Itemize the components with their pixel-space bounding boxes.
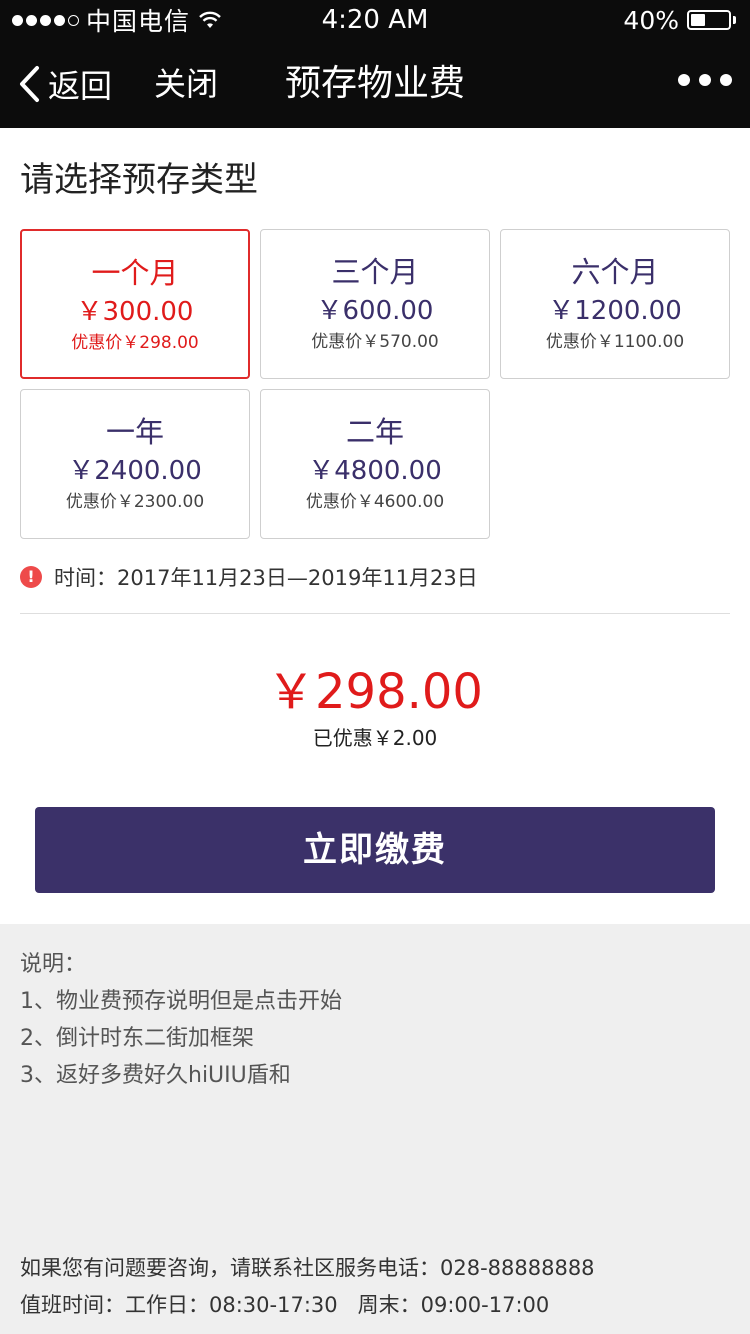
prepay-option-one-year[interactable]: 一年 ￥2400.00 优惠价￥2300.00 — [20, 389, 250, 539]
pay-now-button[interactable]: 立即缴费 — [35, 807, 715, 893]
alert-icon: ! — [20, 566, 42, 588]
prepay-option-six-months[interactable]: 六个月 ￥1200.00 优惠价￥1100.00 — [500, 229, 730, 379]
notes-heading: 说明： — [20, 952, 87, 977]
option-name: 三个月 — [331, 255, 419, 289]
note-item: 2、倒计时东二街加框架 — [20, 1026, 254, 1051]
main-content: 请选择预存类型 一个月 ￥300.00 优惠价￥298.00 三个月 ￥600.… — [0, 128, 750, 924]
time-notice-text: 时间：2017年11月23日—2019年11月23日 — [54, 566, 478, 590]
page-title: 预存物业费 — [284, 63, 465, 104]
option-name: 一个月 — [91, 256, 179, 290]
ellipsis-icon — [720, 74, 732, 86]
option-discount-price: 优惠价￥4600.00 — [305, 492, 445, 512]
option-discount-price: 优惠价￥570.00 — [311, 332, 439, 352]
saved-amount: 已优惠￥2.00 — [312, 726, 438, 750]
time-notice: ! 时间：2017年11月23日—2019年11月23日 — [20, 562, 478, 592]
total-amount: ￥298.00 — [267, 664, 483, 720]
option-price: ￥300.00 — [76, 297, 194, 327]
battery-percent: 40% — [623, 5, 679, 35]
option-discount-price: 优惠价￥1100.00 — [545, 332, 685, 352]
prepay-option-three-months[interactable]: 三个月 ￥600.00 优惠价￥570.00 — [260, 229, 490, 379]
option-discount-price: 优惠价￥2300.00 — [65, 492, 205, 512]
prepay-option-two-years[interactable]: 二年 ￥4800.00 优惠价￥4600.00 — [260, 389, 490, 539]
ellipsis-icon — [699, 74, 711, 86]
option-name: 六个月 — [571, 255, 659, 289]
option-price: ￥1200.00 — [548, 296, 682, 326]
more-button[interactable] — [678, 74, 732, 86]
battery-status: 40% — [623, 4, 736, 36]
prepay-option-one-month[interactable]: 一个月 ￥300.00 优惠价￥298.00 — [20, 229, 250, 379]
battery-icon — [687, 10, 731, 30]
divider — [20, 613, 730, 614]
contact-info: 如果您有问题要咨询，请联系社区服务电话：028-88888888 值班时间：工作… — [20, 1250, 595, 1324]
battery-tip — [733, 16, 736, 24]
option-price: ￥600.00 — [316, 296, 434, 326]
note-item: 1、物业费预存说明但是点击开始 — [20, 989, 342, 1014]
service-phone-line: 如果您有问题要咨询，请联系社区服务电话：028-88888888 — [20, 1256, 595, 1280]
status-bar: 中国电信 4:20 AM 40% — [0, 0, 750, 40]
option-price: ￥2400.00 — [68, 456, 202, 486]
battery-fill — [691, 14, 705, 26]
section-title: 请选择预存类型 — [20, 160, 258, 200]
option-name: 二年 — [345, 415, 404, 449]
option-name: 一年 — [105, 415, 164, 449]
note-item: 3、返好多费好久hiUIU盾和 — [20, 1063, 291, 1088]
ellipsis-icon — [678, 74, 690, 86]
nav-bar: 返回 关闭 预存物业费 — [0, 40, 750, 128]
option-price: ￥4800.00 — [308, 456, 442, 486]
option-discount-price: 优惠价￥298.00 — [71, 333, 199, 353]
service-hours-line: 值班时间：工作日：08:30-17:30 周末：09:00-17:00 — [20, 1293, 550, 1317]
notes-section: 说明： 1、物业费预存说明但是点击开始 2、倒计时东二街加框架 3、返好多费好久… — [20, 946, 342, 1094]
